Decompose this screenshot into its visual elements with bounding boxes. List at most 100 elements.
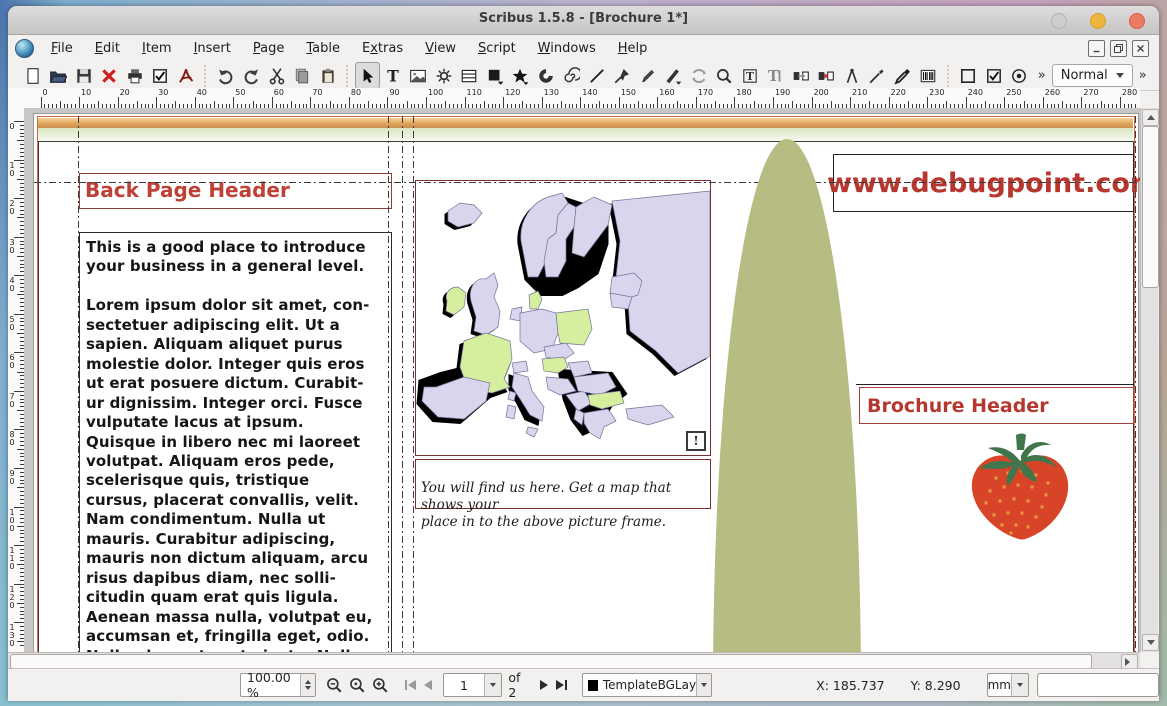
edit-text-story-editor-button[interactable]: T xyxy=(762,62,787,89)
menu-table[interactable]: Table xyxy=(295,38,351,59)
scroll-right-icon[interactable] xyxy=(1121,654,1138,669)
open-document-button[interactable] xyxy=(45,62,70,89)
toolbar-overflow-icon[interactable]: » xyxy=(1133,68,1153,83)
vertical-guide-right-margin[interactable] xyxy=(1135,116,1136,652)
zoom-spin-buttons[interactable] xyxy=(300,674,315,696)
mdi-minimize-icon[interactable] xyxy=(1088,40,1105,57)
unlink-text-frames-button[interactable] xyxy=(813,62,838,89)
mdi-close-icon[interactable] xyxy=(1132,40,1149,57)
menu-help[interactable]: Help xyxy=(607,38,659,59)
rotate-item-button[interactable] xyxy=(686,62,711,89)
quick-search-input[interactable] xyxy=(1037,673,1159,697)
body-text-frame[interactable]: This is a good place to introduce your b… xyxy=(79,232,392,652)
menu-windows[interactable]: Windows xyxy=(527,38,607,59)
zoom-level-spinbox[interactable]: 100.00 % xyxy=(240,673,316,697)
zoom-default-icon[interactable] xyxy=(347,674,366,696)
insert-image-frame-button[interactable] xyxy=(406,62,431,89)
first-page-icon[interactable] xyxy=(402,675,419,695)
layer-selector[interactable]: TemplateBGLay xyxy=(582,673,712,697)
layer-dropdown-icon[interactable] xyxy=(696,674,711,696)
menu-view[interactable]: View xyxy=(414,38,467,59)
window-close-circle-icon[interactable] xyxy=(1129,13,1145,29)
preflight-verifier-button[interactable] xyxy=(147,62,172,89)
next-page-icon[interactable] xyxy=(535,675,552,695)
save-document-button[interactable] xyxy=(71,62,96,89)
image-warning-badge[interactable]: ! xyxy=(686,431,706,451)
close-document-button[interactable] xyxy=(96,62,121,89)
window-minimize-circle-icon[interactable] xyxy=(1090,13,1106,29)
undo-button[interactable] xyxy=(213,62,238,89)
vertical-scroll-thumb[interactable] xyxy=(1142,126,1159,288)
copy-button[interactable] xyxy=(289,62,314,89)
document-canvas[interactable]: Back Page Header This is a good place to… xyxy=(24,108,1140,652)
website-header-frame[interactable]: www.debugpoint.com xyxy=(833,154,1134,212)
zoom-in-icon[interactable] xyxy=(371,674,390,696)
vertical-ruler[interactable]: 0102030405060708090100110120130 xyxy=(8,108,25,652)
insert-shape-button[interactable] xyxy=(482,62,507,89)
horizontal-scrollbar[interactable] xyxy=(8,652,1140,669)
insert-table-button[interactable] xyxy=(457,62,482,89)
scroll-down-icon[interactable] xyxy=(1142,634,1159,651)
link-text-frames-button[interactable] xyxy=(788,62,813,89)
measurements-button[interactable] xyxy=(839,62,864,89)
menu-insert[interactable]: Insert xyxy=(183,38,242,59)
edit-contents-button[interactable]: T xyxy=(737,62,762,89)
brochure-page[interactable]: Back Page Header This is a good place to… xyxy=(33,113,1139,652)
vertical-scrollbar[interactable] xyxy=(1140,108,1158,652)
page-dropdown-icon[interactable] xyxy=(484,674,501,696)
insert-text-frame-button[interactable]: T xyxy=(380,62,405,89)
horizontal-ruler[interactable]: 0102030405060708090100110120130140150160… xyxy=(8,88,1140,109)
pdf-radio-button-button[interactable] xyxy=(1006,62,1031,89)
page-number-spinbox[interactable]: 1 xyxy=(443,673,503,697)
vertical-guide-fold-2[interactable] xyxy=(402,116,403,652)
insert-polygon-button[interactable] xyxy=(508,62,533,89)
unit-dropdown-icon[interactable] xyxy=(1011,674,1028,696)
insert-render-frame-button[interactable] xyxy=(431,62,456,89)
toolbar-overflow-icon[interactable]: » xyxy=(1032,68,1052,83)
export-pdf-button[interactable] xyxy=(173,62,198,89)
insert-bezier-curve-button[interactable] xyxy=(610,62,635,89)
pdf-push-button-button[interactable] xyxy=(955,62,980,89)
insert-line-button[interactable] xyxy=(584,62,609,89)
menu-page[interactable]: Page xyxy=(242,38,295,59)
insert-calligraphic-line-button[interactable] xyxy=(661,62,686,89)
menu-item[interactable]: Item xyxy=(131,38,183,59)
menu-extras[interactable]: Extras xyxy=(351,38,414,59)
insert-spiral-button[interactable] xyxy=(559,62,584,89)
spin-down-icon[interactable] xyxy=(305,686,311,690)
last-page-icon[interactable] xyxy=(553,675,570,695)
title-bar[interactable]: Scribus 1.5.8 - [Brochure 1*] xyxy=(8,6,1159,35)
menu-file[interactable]: File xyxy=(40,38,84,59)
vertical-guide-left-margin[interactable] xyxy=(78,116,79,652)
insert-freehand-line-button[interactable] xyxy=(635,62,660,89)
strawberry-image[interactable] xyxy=(956,433,1086,548)
menu-script[interactable]: Script xyxy=(467,38,527,59)
paste-button[interactable] xyxy=(315,62,340,89)
scroll-up-icon[interactable] xyxy=(1142,109,1159,126)
copy-item-properties-button[interactable] xyxy=(864,62,889,89)
print-document-button[interactable] xyxy=(122,62,147,89)
unit-selector[interactable]: mm xyxy=(987,673,1029,697)
previous-page-icon[interactable] xyxy=(419,675,436,695)
vertical-guide-fold-3[interactable] xyxy=(413,116,414,652)
window-inactive-circle-icon[interactable] xyxy=(1051,13,1067,29)
cut-button[interactable] xyxy=(264,62,289,89)
horizontal-scroll-thumb[interactable] xyxy=(10,654,1092,669)
brochure-header-frame[interactable]: Brochure Header xyxy=(859,387,1134,424)
menu-edit[interactable]: Edit xyxy=(84,38,131,59)
redo-button[interactable] xyxy=(238,62,263,89)
insert-arc-button[interactable] xyxy=(533,62,558,89)
spin-up-icon[interactable] xyxy=(305,680,311,684)
preview-mode-select[interactable]: Normal xyxy=(1052,64,1133,87)
new-document-button[interactable] xyxy=(20,62,45,89)
back-page-header-frame[interactable]: Back Page Header xyxy=(79,173,392,209)
horizontal-guide[interactable] xyxy=(34,182,1138,183)
zoom-out-icon[interactable] xyxy=(324,674,343,696)
europe-map-image-frame[interactable]: ! xyxy=(415,180,711,456)
map-caption-frame[interactable]: You will find us here. Get a map that sh… xyxy=(415,459,711,509)
insert-barcode-button[interactable] xyxy=(915,62,940,89)
mdi-restore-icon[interactable] xyxy=(1110,40,1127,57)
select-item-button[interactable] xyxy=(355,62,380,89)
eye-dropper-button[interactable] xyxy=(890,62,915,89)
pdf-check-box-button[interactable] xyxy=(981,62,1006,89)
